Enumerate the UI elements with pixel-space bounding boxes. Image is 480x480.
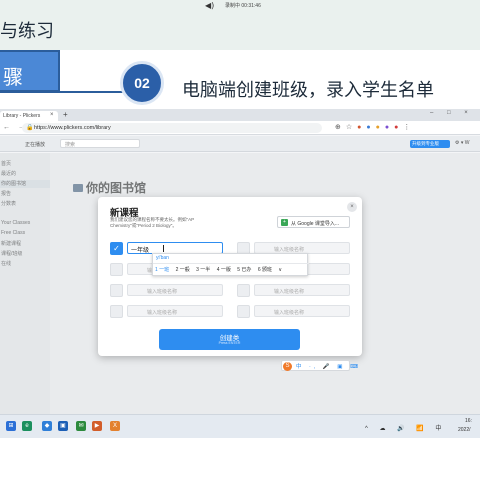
clock-date[interactable]: 2022/: [458, 427, 471, 433]
ime-candidate[interactable]: 1 一班: [155, 267, 169, 273]
ime-more-icon[interactable]: ∨: [278, 267, 282, 273]
step-label: 骤: [3, 65, 23, 89]
bottom-margin: [0, 438, 480, 480]
class-checkbox-1[interactable]: ✓: [110, 242, 123, 255]
step-label-box: 骤: [0, 50, 60, 92]
url-text: https://www.plickers.com/library: [34, 125, 111, 131]
ime-candidate[interactable]: 4 一版: [217, 267, 231, 273]
create-class-button[interactable]: 创建类 Press ENTER: [159, 329, 300, 350]
app-icon[interactable]: ◆: [42, 421, 52, 431]
upgrade-label: 升级到专业版: [412, 141, 439, 146]
class-checkbox-3[interactable]: [110, 263, 123, 276]
ime-pinyin: yi'ban: [156, 255, 169, 261]
google-classroom-import-button[interactable]: + 从 Google 课堂导入...: [277, 216, 350, 228]
search-input[interactable]: 搜索: [60, 139, 140, 148]
class-name-input-8[interactable]: 输入班级名称: [254, 305, 350, 317]
upgrade-button[interactable]: 升级到专业版: [410, 140, 450, 148]
ime-candidate[interactable]: 2 一般: [176, 267, 190, 273]
url-field[interactable]: 🔒 https://www.plickers.com/library: [22, 123, 322, 133]
class-checkbox-7[interactable]: [110, 305, 123, 318]
start-icon[interactable]: ⊞: [6, 421, 16, 431]
class-checkbox-8[interactable]: [237, 305, 250, 318]
class-name-value: 一年级: [131, 248, 150, 254]
new-class-modal: 新课程 × 我们建议您的课程名称不要太长。例如"AP Chemistry"或"P…: [98, 197, 362, 356]
window-controls[interactable]: – □ ×: [430, 110, 474, 116]
ime-candidate-popup: yi'ban 1 一班 2 一般 3 一半 4 一版 5 已办 6 颁班 ∨: [152, 253, 309, 276]
text-caret: [163, 245, 164, 252]
class-name-input-6[interactable]: 输入班级名称: [254, 284, 350, 296]
tab-title: Library - Plickers: [3, 113, 41, 119]
class-name-placeholder: 输入班级名称: [274, 247, 305, 253]
tab-bar: Library - Plickers × + – □ ×: [0, 109, 480, 121]
step-number-circle: 02: [120, 61, 164, 105]
close-icon[interactable]: ×: [347, 202, 357, 212]
taskbar: ⊞ e ◆ ▣ ✉ ▶ X ^ ☁ 🔊 📶 中 16: 2022/: [0, 414, 480, 438]
edge-icon[interactable]: e: [22, 421, 32, 431]
extension-icons[interactable]: ⊕☆●●●●●⋮: [335, 123, 415, 131]
class-name-placeholder: 输入班级名称: [147, 310, 178, 316]
modal-hint: 我们建议您的课程名称不要太长。例如"AP Chemistry"或"Period …: [110, 217, 195, 228]
address-bar: ← → ↻ 🔒 https://www.plickers.com/library…: [0, 121, 480, 135]
class-checkbox-5[interactable]: [110, 284, 123, 297]
tab-library[interactable]: Library - Plickers ×: [0, 111, 58, 121]
app-header: 正在播放 搜索 升级到专业版 ⚙ ▾ W: [0, 136, 480, 152]
class-name-placeholder: 输入班级名称: [274, 310, 305, 316]
system-tray[interactable]: ^ ☁ 🔊 📶 中: [365, 423, 446, 432]
window-icon[interactable]: ▣: [58, 421, 68, 431]
create-class-hint: Press ENTER: [218, 341, 241, 345]
record-icon: ◀): [205, 1, 215, 10]
lock-icon: 🔒: [26, 125, 34, 131]
mail-icon[interactable]: ✉: [76, 421, 86, 431]
ime-candidate[interactable]: 3 一半: [196, 267, 210, 273]
step-number: 02: [134, 75, 150, 91]
media-icon[interactable]: ▶: [92, 421, 102, 431]
slide-top-title: 与练习: [0, 21, 54, 42]
tab-close-icon[interactable]: ×: [50, 112, 54, 118]
class-name-placeholder: 输入班级名称: [274, 289, 305, 295]
user-menu[interactable]: ⚙ ▾ W: [455, 140, 470, 146]
clock-time[interactable]: 16:: [465, 418, 472, 424]
sogou-ime-icon: S: [283, 362, 292, 371]
ime-toolbar[interactable]: S 中 ·, 🎤 ▣ ⌨: [281, 360, 358, 371]
ime-divider: [153, 263, 309, 264]
current-class-label[interactable]: 正在播放: [25, 141, 45, 148]
ime-candidate[interactable]: 5 已办: [237, 267, 251, 273]
class-checkbox-6[interactable]: [237, 284, 250, 297]
class-name-input-7[interactable]: 输入班级名称: [127, 305, 223, 317]
excel-icon[interactable]: X: [110, 421, 120, 431]
ime-candidate-list: 1 一班 2 一般 3 一半 4 一版 5 已办 6 颁班 ∨: [155, 266, 287, 273]
ime-candidate[interactable]: 6 颁班: [258, 267, 272, 273]
new-tab-button[interactable]: +: [63, 110, 68, 119]
screenshot: 与练习 ◀) 录制中 00:31:46 骤 02 电脑端创建班级，录入学生名单 …: [0, 0, 480, 480]
recording-text: 录制中 00:31:46: [225, 3, 261, 9]
ime-tools[interactable]: 中 ·, 🎤 ▣ ⌨: [296, 362, 361, 370]
search-placeholder: 搜索: [65, 142, 76, 148]
class-name-placeholder: 输入班级名称: [147, 289, 178, 295]
recording-indicator: ◀) 录制中 00:31:46: [200, 0, 280, 10]
step-divider: [0, 91, 125, 93]
step-title: 电脑端创建班级，录入学生名单: [182, 80, 434, 101]
google-import-label: 从 Google 课堂导入...: [291, 221, 340, 227]
google-classroom-icon: +: [281, 219, 288, 226]
class-name-input-5[interactable]: 输入班级名称: [127, 284, 223, 296]
